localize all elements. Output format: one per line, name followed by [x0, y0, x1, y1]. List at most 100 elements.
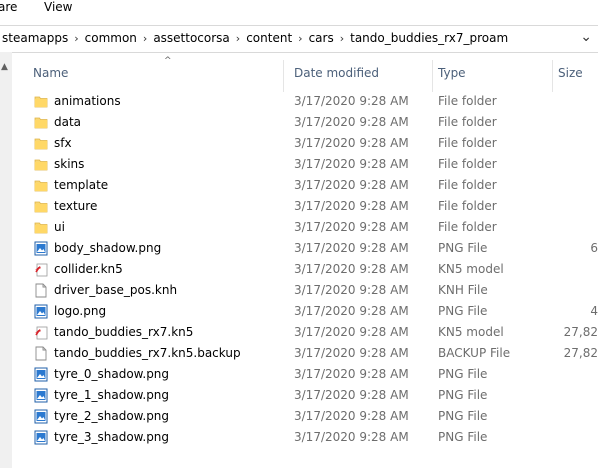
sort-ascending-icon: ^	[164, 56, 172, 66]
file-row[interactable]: ui 3/17/2020 9:28 AM File folder	[30, 217, 598, 238]
image-file-icon	[34, 430, 48, 445]
file-date-modified: 3/17/2020 9:28 AM	[294, 430, 409, 444]
file-name: texture	[54, 199, 98, 213]
column-header-name[interactable]: Name	[33, 66, 68, 80]
breadcrumb-separator-icon[interactable]: ›	[298, 32, 302, 45]
breadcrumb-separator-icon[interactable]: ›	[74, 32, 78, 45]
column-header-date-modified[interactable]: Date modified	[294, 66, 379, 80]
ribbon-tab-share[interactable]: are	[0, 0, 17, 14]
file-type: PNG File	[438, 367, 488, 381]
file-date-modified: 3/17/2020 9:28 AM	[294, 304, 409, 318]
file-type: File folder	[438, 157, 497, 171]
breadcrumb-item[interactable]: cars	[309, 31, 334, 45]
file-size: 27,82	[563, 325, 598, 339]
column-divider[interactable]	[552, 60, 553, 92]
file-name: tando_buddies_rx7.kn5.backup	[54, 346, 241, 360]
file-date-modified: 3/17/2020 9:28 AM	[294, 388, 409, 402]
file-name: ui	[54, 220, 65, 234]
file-type: KN5 model	[438, 262, 504, 276]
image-file-icon	[34, 367, 48, 382]
file-row[interactable]: body_shadow.png 3/17/2020 9:28 AM PNG File…	[30, 238, 598, 259]
address-history-chevron-down-icon[interactable]: ⌄	[580, 29, 592, 45]
file-date-modified: 3/17/2020 9:28 AM	[294, 283, 409, 297]
file-size: 27,82	[563, 346, 598, 360]
file-date-modified: 3/17/2020 9:28 AM	[294, 409, 409, 423]
file-date-modified: 3/17/2020 9:28 AM	[294, 325, 409, 339]
file-type: File folder	[438, 220, 497, 234]
breadcrumb-item-current[interactable]: tando_buddies_rx7_proam	[350, 31, 508, 45]
file-name: collider.kn5	[54, 262, 123, 276]
file-row[interactable]: tyre_0_shadow.png 3/17/2020 9:28 AM PNG Fi…	[30, 364, 598, 385]
file-name: tyre_2_shadow.png	[54, 409, 170, 423]
column-divider[interactable]	[283, 60, 284, 92]
file-name: sfx	[54, 136, 72, 150]
file-name: logo.png	[54, 304, 107, 318]
column-headers: ^ Name Date modified Type Size	[12, 52, 598, 92]
file-type: BACKUP File	[438, 346, 511, 360]
breadcrumb-item[interactable]: content	[246, 31, 292, 45]
file-row[interactable]: tyre_3_shadow.png 3/17/2020 9:28 AM PNG Fi…	[30, 427, 598, 448]
file-type: File folder	[438, 115, 497, 129]
scroll-up-arrow-icon[interactable]: ▲	[1, 62, 8, 72]
breadcrumb: steamapps › common › assettocorsa › content › ca…	[2, 31, 508, 45]
file-row[interactable]: data 3/17/2020 9:28 AM File folder	[30, 112, 598, 133]
file-type: PNG File	[438, 409, 488, 423]
file-name: driver_base_pos.knh	[54, 283, 178, 297]
file-date-modified: 3/17/2020 9:28 AM	[294, 157, 409, 171]
file-row[interactable]: animations 3/17/2020 9:28 AM File folder	[30, 91, 598, 112]
kn5-model-icon	[34, 262, 48, 277]
file-row[interactable]: sfx 3/17/2020 9:28 AM File folder	[30, 133, 598, 154]
breadcrumb-separator-icon[interactable]: ›	[340, 32, 344, 45]
ribbon-tab-view[interactable]: View	[44, 0, 72, 14]
kn5-model-icon	[34, 325, 48, 340]
file-type: PNG File	[438, 304, 488, 318]
file-date-modified: 3/17/2020 9:28 AM	[294, 241, 409, 255]
file-name: tyre_1_shadow.png	[54, 388, 170, 402]
breadcrumb-separator-icon[interactable]: ›	[236, 32, 240, 45]
file-date-modified: 3/17/2020 9:28 AM	[294, 220, 409, 234]
file-name: tyre_3_shadow.png	[54, 430, 170, 444]
file-row[interactable]: tando_buddies_rx7.kn5 3/17/2020 9:28 AM KN…	[30, 322, 598, 343]
file-name: skins	[54, 157, 85, 171]
file-row[interactable]: driver_base_pos.knh 3/17/2020 9:28 AM KNH …	[30, 280, 598, 301]
ribbon-tabs: are View	[0, 0, 598, 20]
address-bar[interactable]: steamapps › common › assettocorsa › content › ca…	[0, 25, 598, 53]
navigation-pane-scrollbar[interactable]: ▲	[0, 52, 12, 468]
file-row[interactable]: tyre_1_shadow.png 3/17/2020 9:28 AM PNG Fi…	[30, 385, 598, 406]
file-date-modified: 3/17/2020 9:28 AM	[294, 115, 409, 129]
file-type: File folder	[438, 178, 497, 192]
breadcrumb-separator-icon[interactable]: ›	[143, 32, 147, 45]
file-type: PNG File	[438, 430, 488, 444]
file-row[interactable]: texture 3/17/2020 9:28 AM File folder	[30, 196, 598, 217]
breadcrumb-item[interactable]: assettocorsa	[153, 31, 229, 45]
column-header-type[interactable]: Type	[438, 66, 466, 80]
file-row[interactable]: template 3/17/2020 9:28 AM File folder	[30, 175, 598, 196]
file-name: tando_buddies_rx7.kn5	[54, 325, 194, 339]
file-row[interactable]: collider.kn5 3/17/2020 9:28 AM KN5 model	[30, 259, 598, 280]
file-date-modified: 3/17/2020 9:28 AM	[294, 199, 409, 213]
file-row[interactable]: logo.png 3/17/2020 9:28 AM PNG File 4	[30, 301, 598, 322]
file-row[interactable]: tando_buddies_rx7.kn5.backup 3/17/2020 9:…	[30, 343, 598, 364]
file-name: template	[54, 178, 109, 192]
file-date-modified: 3/17/2020 9:28 AM	[294, 178, 409, 192]
image-file-icon	[34, 241, 48, 256]
file-date-modified: 3/17/2020 9:28 AM	[294, 367, 409, 381]
folder-icon	[34, 220, 48, 235]
breadcrumb-item[interactable]: common	[85, 31, 137, 45]
file-row[interactable]: skins 3/17/2020 9:28 AM File folder	[30, 154, 598, 175]
file-type: PNG File	[438, 241, 488, 255]
folder-icon	[34, 94, 48, 109]
file-row[interactable]: tyre_2_shadow.png 3/17/2020 9:28 AM PNG Fi…	[30, 406, 598, 427]
breadcrumb-item[interactable]: steamapps	[2, 31, 68, 45]
column-header-size[interactable]: Size	[558, 66, 583, 80]
file-name: tyre_0_shadow.png	[54, 367, 170, 381]
file-date-modified: 3/17/2020 9:28 AM	[294, 262, 409, 276]
file-type: PNG File	[438, 388, 488, 402]
column-divider[interactable]	[432, 60, 433, 92]
blank-file-icon	[34, 346, 48, 361]
file-date-modified: 3/17/2020 9:28 AM	[294, 346, 409, 360]
file-type: File folder	[438, 136, 497, 150]
file-type: File folder	[438, 199, 497, 213]
file-type: KN5 model	[438, 325, 504, 339]
folder-icon	[34, 115, 48, 130]
